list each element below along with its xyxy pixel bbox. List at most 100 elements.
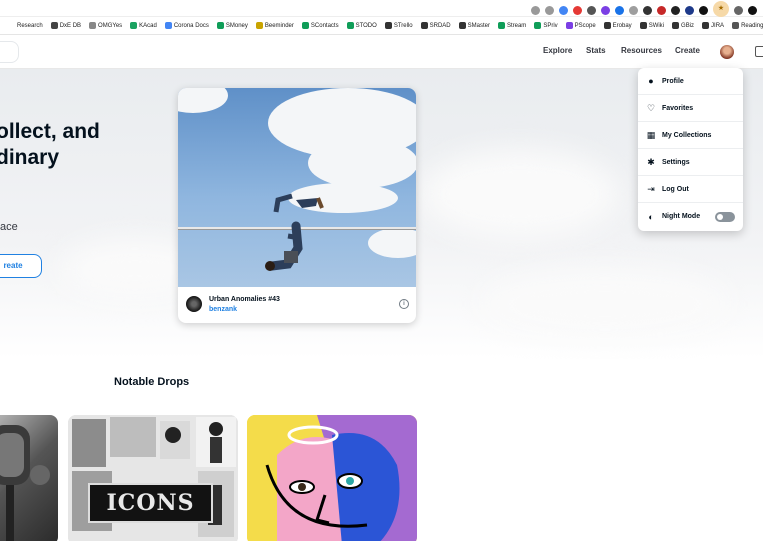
extension-icon[interactable]	[559, 5, 568, 15]
bookmark-item[interactable]: Erobay	[603, 22, 632, 29]
creator-avatar[interactable]	[186, 296, 202, 312]
menu-item-favorites[interactable]: ♡ Favorites	[638, 95, 743, 122]
bookmark-item[interactable]: STODO	[346, 22, 377, 29]
extension-highlight-icon[interactable]: ★	[713, 1, 729, 17]
puzzle-icon[interactable]	[734, 5, 743, 15]
extension-icon[interactable]	[601, 5, 610, 15]
bookmark-item[interactable]: SWiki	[639, 22, 665, 29]
bookmark-favicon-icon	[50, 22, 58, 29]
bookmark-item[interactable]: JIRA	[702, 22, 724, 29]
bookmark-favicon-icon	[702, 22, 710, 29]
star-icon[interactable]	[545, 5, 554, 15]
figure-shoe	[316, 197, 324, 209]
bookmark-item[interactable]: STrello	[384, 22, 413, 29]
bookmark-label: JIRA	[711, 22, 725, 29]
bookmark-item[interactable]: KAcad	[130, 22, 157, 29]
bookmark-item[interactable]: SPriv	[534, 22, 558, 29]
extension-icon[interactable]	[629, 5, 638, 15]
drop-card-microphone[interactable]	[0, 415, 58, 541]
bookmark-item[interactable]: SMoney	[216, 22, 248, 29]
extension-icon[interactable]	[671, 5, 680, 15]
gear-icon: ✱	[647, 157, 655, 167]
nft-name[interactable]: Urban Anomalies #43	[209, 296, 280, 303]
profile-dropdown: ● Profile ♡ Favorites ▦ My Collections ✱ Settin…	[638, 68, 743, 231]
nav-create[interactable]: Create	[675, 46, 700, 55]
search-input[interactable]	[0, 41, 19, 63]
bookmark-label: Reading L	[741, 22, 763, 29]
featured-image[interactable]	[178, 88, 416, 287]
bookmark-item[interactable]: Reading L	[732, 22, 763, 29]
bookmark-item[interactable]: Beeminder	[255, 22, 294, 29]
microphone-artwork	[0, 425, 50, 541]
bookmark-item[interactable]: Stream	[497, 22, 527, 29]
nav-resources[interactable]: Resources	[621, 46, 662, 55]
bookmark-item[interactable]: OMGYes	[89, 22, 122, 29]
bookmark-favicon-icon	[346, 22, 354, 29]
hat-figure	[209, 422, 223, 436]
extension-icon[interactable]	[615, 5, 624, 15]
create-button[interactable]: reate	[0, 254, 42, 278]
bookmark-item[interactable]: Research	[8, 22, 43, 29]
extension-icon[interactable]	[657, 5, 666, 15]
menu-item-label: Log Out	[662, 185, 689, 193]
bookmark-label: SWiki	[648, 22, 665, 29]
bookmark-item[interactable]: SContacts	[301, 22, 339, 29]
bookmark-favicon-icon	[89, 22, 97, 29]
bookmark-label: STODO	[355, 22, 377, 29]
bookmark-label: SPriv	[543, 22, 558, 29]
featured-card[interactable]: Urban Anomalies #43 benzank i	[178, 88, 416, 323]
extension-icon[interactable]	[587, 5, 596, 15]
notable-drops-title: Notable Drops	[114, 376, 190, 388]
bookmark-label: Research	[17, 22, 43, 29]
menu-item-night-mode[interactable]: ◐ Night Mode	[638, 203, 743, 230]
figure-silhouette	[210, 437, 222, 463]
bookmark-favicon-icon	[8, 22, 15, 29]
account-avatar[interactable]	[720, 45, 734, 59]
pupil-right	[346, 477, 354, 485]
extension-icon[interactable]	[699, 5, 708, 15]
extension-icon[interactable]	[643, 5, 652, 15]
bookmark-label: Stream	[506, 22, 527, 29]
nav-stats[interactable]: Stats	[586, 46, 606, 55]
menu-item-log-out[interactable]: ⇥ Log Out	[638, 176, 743, 203]
night-mode-toggle[interactable]	[715, 211, 735, 222]
hero-title-line: ollect, and	[0, 120, 100, 143]
info-icon[interactable]: i	[399, 299, 409, 309]
menu-item-profile[interactable]: ● Profile	[638, 68, 743, 95]
bookmark-favicon-icon	[164, 22, 172, 29]
extension-icon[interactable]	[573, 5, 582, 15]
extension-icons: ★	[531, 1, 757, 17]
bookmark-item[interactable]: SRDAD	[420, 22, 451, 29]
bookmark-label: Corona Docs	[173, 22, 209, 29]
extension-icon[interactable]	[685, 5, 694, 15]
bookmark-favicon-icon	[732, 22, 740, 29]
drop-card-abstract[interactable]	[247, 415, 417, 541]
menu-item-settings[interactable]: ✱ Settings	[638, 149, 743, 176]
bookmark-item[interactable]: Corona Docs	[164, 22, 209, 29]
figure-jacket	[284, 251, 298, 263]
bookmark-label: DxE DB	[59, 22, 82, 29]
nav-explore[interactable]: Explore	[543, 46, 572, 55]
drop-card-icons[interactable]: ICONS	[68, 415, 238, 541]
person-icon: ●	[648, 76, 654, 86]
figure-illustration	[265, 193, 324, 271]
figure-legs	[296, 198, 318, 208]
figure-leg	[273, 193, 293, 213]
bookmark-label: SContacts	[310, 22, 339, 29]
creator-link[interactable]: benzank	[209, 306, 237, 313]
bookmark-item[interactable]: SMaster	[458, 22, 490, 29]
profile-icon[interactable]	[748, 5, 757, 15]
bookmark-label: GBiz	[681, 22, 695, 29]
pupil-left	[298, 483, 306, 491]
bookmark-favicon-icon	[672, 22, 680, 29]
bookmark-item[interactable]: DxE DB	[50, 22, 82, 29]
bookmark-label: SRDAD	[429, 22, 451, 29]
wallet-icon[interactable]	[755, 46, 763, 57]
bookmark-item[interactable]: PScope	[565, 22, 596, 29]
bookmark-favicon-icon	[534, 22, 542, 29]
bookmark-item[interactable]: GBiz	[672, 22, 694, 29]
share-icon[interactable]	[531, 5, 540, 15]
menu-item-my-collections[interactable]: ▦ My Collections	[638, 122, 743, 149]
mic-stand	[6, 485, 14, 541]
figure-arm	[287, 233, 301, 241]
